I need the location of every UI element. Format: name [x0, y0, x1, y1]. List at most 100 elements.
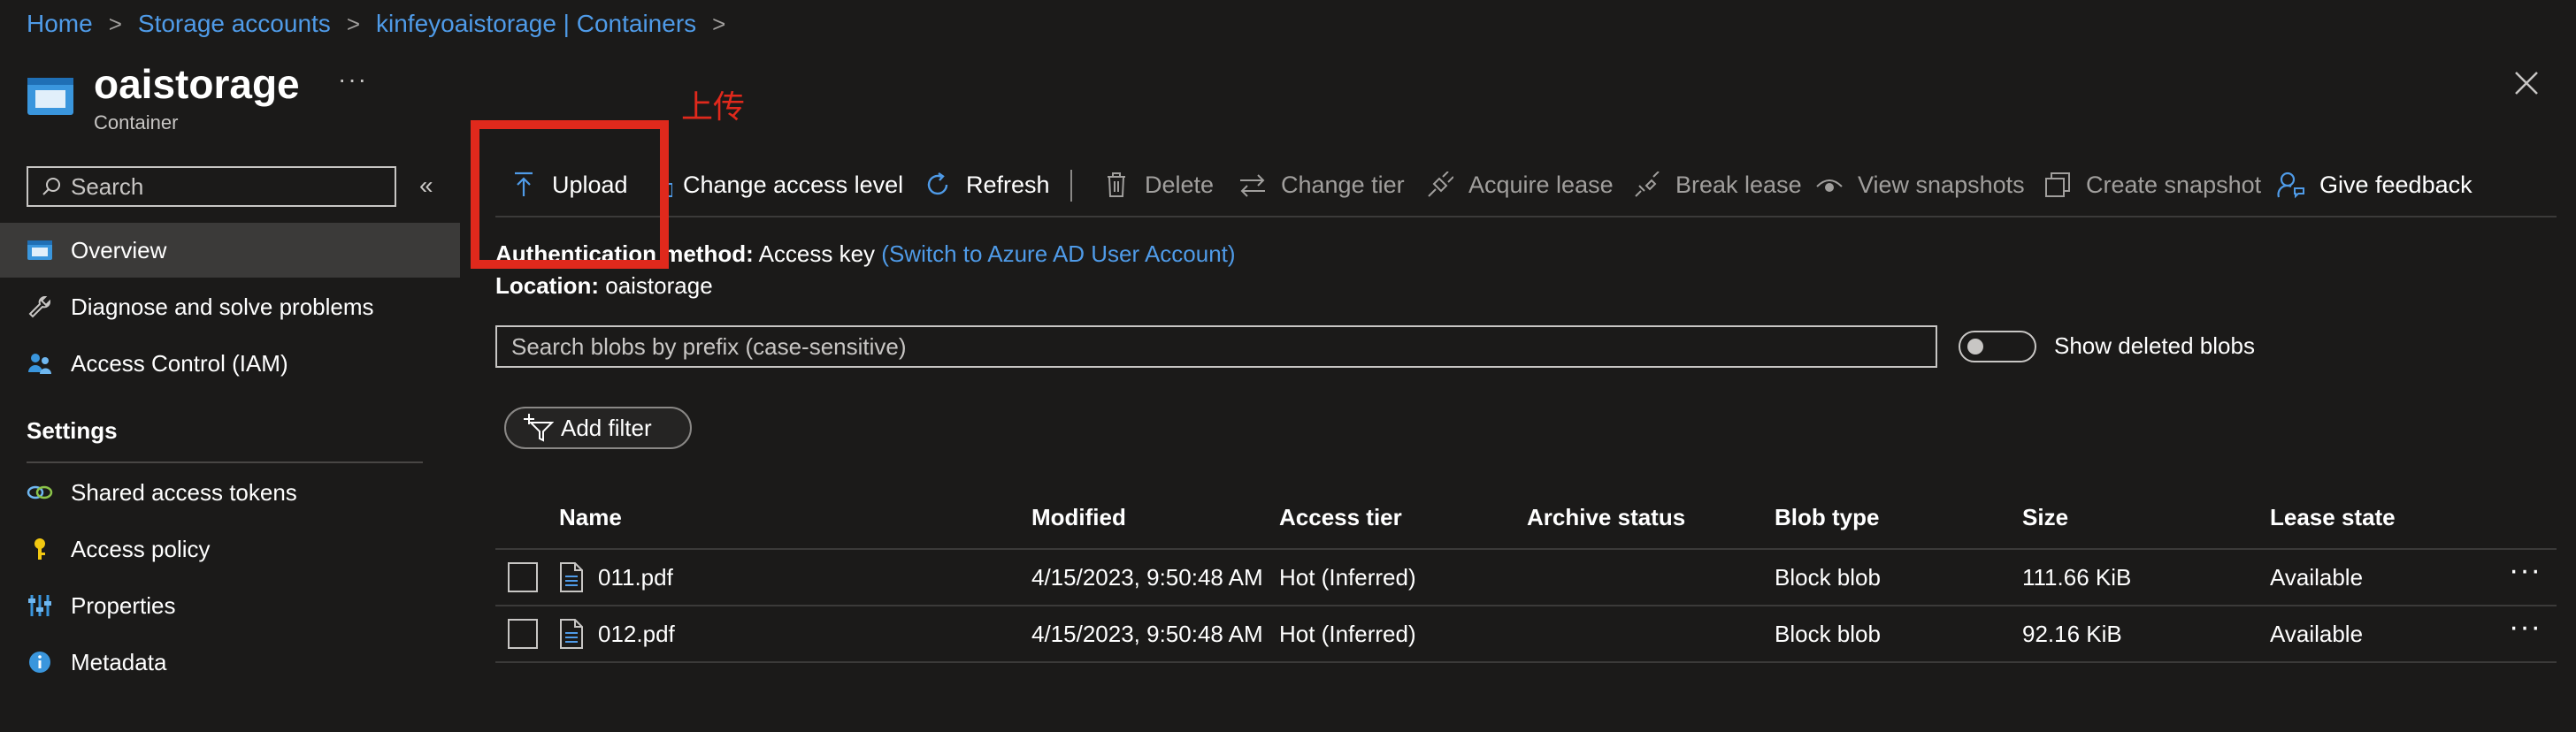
auth-method-value: Access key [758, 240, 876, 267]
row-checkbox[interactable] [508, 619, 538, 649]
sidebar-item-label: Properties [71, 591, 176, 619]
blob-name[interactable]: 012.pdf [598, 621, 675, 648]
sidebar-item-metadata[interactable]: Metadata [0, 635, 460, 690]
row-checkbox[interactable] [508, 562, 538, 592]
toolbar-divider [1070, 170, 1072, 202]
blob-access-tier: Hot (Inferred) [1279, 621, 1416, 647]
sidebar-item-overview[interactable]: Overview [0, 223, 460, 278]
switch-auth-link[interactable]: (Switch to Azure AD User Account) [881, 240, 1235, 267]
view-snapshots-button[interactable]: View snapshots [1815, 164, 2025, 205]
breadcrumb-home[interactable]: Home [27, 10, 93, 38]
sidebar-item-label: Metadata [71, 648, 167, 675]
acquire-lease-button[interactable]: Acquire lease [1426, 164, 1614, 205]
filter-add-icon [524, 414, 554, 442]
column-header-modified[interactable]: Modified [1031, 504, 1126, 531]
file-icon [560, 562, 583, 592]
container-icon [27, 78, 73, 115]
breadcrumb-containers[interactable]: kinfeyoaistorage | Containers [376, 10, 696, 38]
location-label: Location: [495, 272, 599, 299]
give-feedback-button[interactable]: Give feedback [2277, 164, 2472, 205]
change-access-level-button[interactable]: Change access level [660, 164, 903, 205]
view-snapshots-label: View snapshots [1858, 171, 2025, 198]
toolbar-divider [495, 216, 2557, 217]
more-options-button[interactable]: ··· [338, 65, 368, 94]
sidebar-item-access-policy[interactable]: Access policy [0, 522, 460, 576]
column-header-name[interactable]: Name [559, 504, 622, 531]
sidebar-item-iam[interactable]: Access Control (IAM) [0, 336, 460, 391]
add-filter-label: Add filter [561, 414, 652, 441]
page-title: oaistorage [94, 61, 300, 107]
search-icon [42, 178, 60, 195]
break-lease-label: Break lease [1675, 171, 1802, 198]
arrows-swap-icon [1238, 171, 1267, 199]
link-icon [27, 479, 53, 506]
table-divider [495, 661, 2557, 663]
blob-modified: 4/15/2023, 9:50:48 AM [1031, 621, 1263, 647]
close-icon[interactable] [2511, 67, 2542, 99]
breadcrumb-storage-accounts[interactable]: Storage accounts [138, 10, 331, 38]
chevron-right-icon: > [346, 10, 360, 37]
sidebar-item-label: Shared access tokens [71, 478, 297, 506]
change-tier-label: Change tier [1281, 171, 1405, 198]
toggle-knob [1967, 339, 1983, 355]
break-lease-button[interactable]: Break lease [1633, 164, 1802, 205]
people-icon [27, 350, 53, 377]
sidebar-item-label: Diagnose and solve problems [71, 293, 374, 320]
key-icon [27, 536, 53, 562]
blob-lease-state: Available [2270, 621, 2364, 647]
sidebar-item-properties[interactable]: Properties [0, 578, 460, 633]
container-icon [27, 237, 53, 263]
row-more-button[interactable]: ··· [2509, 553, 2542, 588]
sidebar-search-input[interactable]: Search [27, 166, 396, 207]
wrench-icon [27, 294, 53, 320]
blob-access-tier: Hot (Inferred) [1279, 564, 1416, 591]
plug-icon [1426, 171, 1454, 199]
delete-button[interactable]: Delete [1102, 164, 1214, 205]
annotation-highlight-box [471, 120, 669, 269]
row-more-button[interactable]: ··· [2509, 610, 2542, 644]
add-filter-button[interactable]: Add filter [504, 407, 692, 449]
info-icon [27, 649, 53, 675]
show-deleted-blobs-toggle[interactable] [1959, 331, 2036, 362]
change-access-level-label: Change access level [683, 171, 904, 198]
column-header-size[interactable]: Size [2022, 504, 2068, 531]
create-snapshot-button[interactable]: Create snapshot [2043, 164, 2261, 205]
feedback-person-icon [2277, 171, 2305, 199]
collapse-sidebar-button[interactable]: « [419, 172, 433, 200]
column-header-archive-status[interactable]: Archive status [1527, 504, 1685, 531]
sidebar-item-label: Access policy [71, 535, 211, 562]
blob-size: 92.16 KiB [2022, 621, 2122, 647]
refresh-icon [924, 171, 952, 199]
create-snapshot-label: Create snapshot [2086, 171, 2262, 198]
blob-lease-state: Available [2270, 564, 2364, 591]
copy-icon [2043, 171, 2072, 199]
change-tier-button[interactable]: Change tier [1238, 164, 1405, 205]
blob-search-input[interactable]: Search blobs by prefix (case-sensitive) [495, 325, 1937, 368]
sliders-icon [27, 592, 53, 619]
broken-plug-icon [1633, 171, 1661, 199]
acquire-lease-label: Acquire lease [1468, 171, 1614, 198]
blob-modified: 4/15/2023, 9:50:48 AM [1031, 564, 1263, 591]
settings-section-header: Settings [27, 417, 118, 444]
delete-label: Delete [1145, 171, 1215, 198]
table-divider [495, 605, 2557, 606]
column-header-access-tier[interactable]: Access tier [1279, 504, 1402, 531]
table-divider [495, 548, 2557, 550]
trash-icon [1102, 171, 1131, 199]
refresh-button[interactable]: Refresh [924, 164, 1050, 205]
sidebar-item-shared-access-tokens[interactable]: Shared access tokens [0, 465, 460, 520]
search-placeholder: Search [71, 172, 144, 200]
sidebar-item-diagnose[interactable]: Diagnose and solve problems [0, 279, 460, 334]
blob-type: Block blob [1775, 564, 1881, 591]
annotation-label: 上传 [681, 88, 746, 125]
eye-icon [1815, 171, 1844, 199]
blob-search-placeholder: Search blobs by prefix (case-sensitive) [511, 332, 907, 360]
divider [27, 461, 423, 463]
give-feedback-label: Give feedback [2319, 171, 2472, 198]
blob-size: 111.66 KiB [2022, 564, 2132, 591]
chevron-right-icon: > [712, 10, 726, 37]
location-line: Location: oaistorage [495, 272, 713, 300]
column-header-lease-state[interactable]: Lease state [2270, 504, 2396, 531]
column-header-blob-type[interactable]: Blob type [1775, 504, 1879, 531]
blob-name[interactable]: 011.pdf [598, 564, 673, 591]
